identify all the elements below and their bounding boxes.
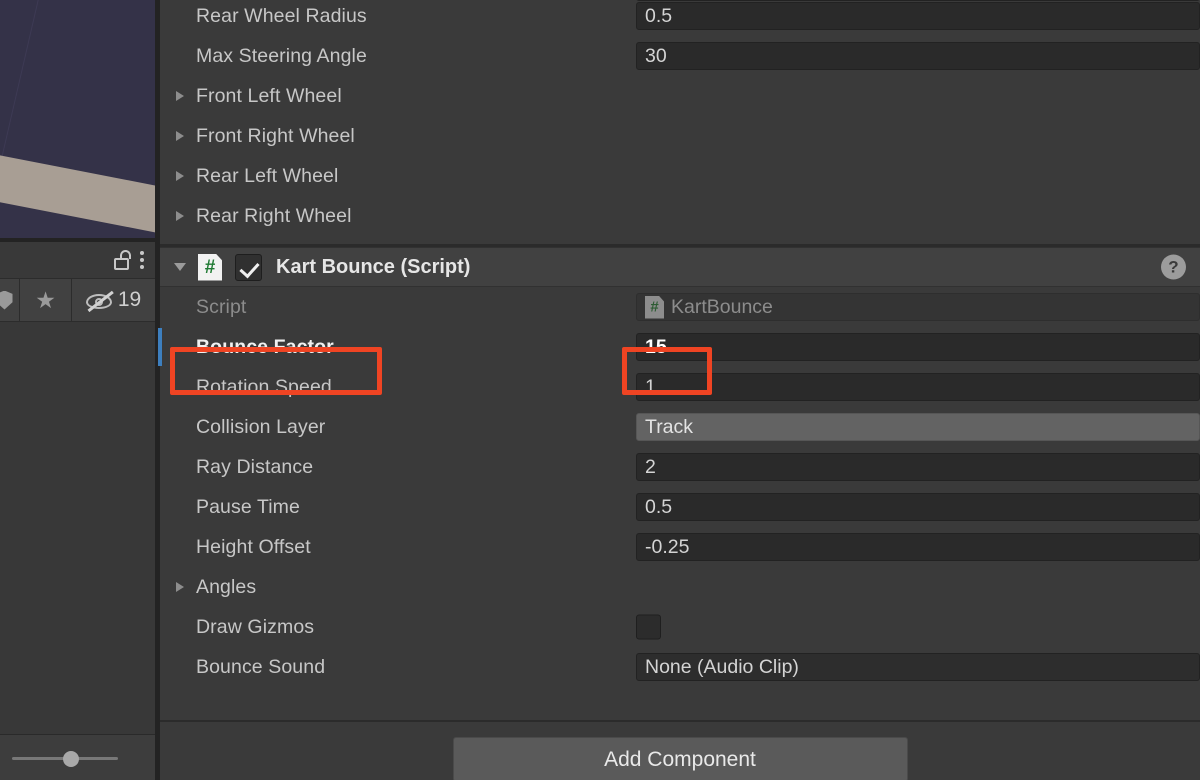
scene-view-fragment[interactable] [0, 0, 155, 238]
zoom-slider-bar [0, 734, 155, 780]
lock-open-icon[interactable] [113, 250, 131, 270]
property-value-field: KartBounce [636, 293, 1200, 321]
component-enabled-checkbox[interactable] [235, 253, 262, 281]
component-header-kart-bounce[interactable]: Kart Bounce (Script) ? [160, 247, 1200, 287]
zoom-slider-knob[interactable] [63, 751, 79, 767]
property-label: Height Offset [196, 535, 311, 558]
scene-track-geometry [0, 148, 155, 238]
lock-body [114, 258, 129, 270]
script-reference-name: KartBounce [671, 295, 773, 318]
property-row-bounce-sound[interactable]: Bounce Sound None (Audio Clip) [160, 647, 1200, 687]
shield-button[interactable] [0, 279, 20, 321]
property-label: Max Steering Angle [196, 44, 367, 67]
property-label: Bounce Factor [196, 335, 334, 358]
chevron-right-icon[interactable] [176, 131, 184, 141]
property-row-front-left-wheel[interactable]: Front Left Wheel [160, 76, 1200, 116]
property-row-rear-wheel-radius[interactable]: Rear Wheel Radius 0.5 [160, 0, 1200, 36]
property-value-field[interactable]: 1 [636, 373, 1200, 401]
shield-icon [0, 290, 13, 310]
chevron-down-icon[interactable] [174, 263, 186, 271]
unity-editor-window: ★ 19 Front Wheel Radius 0.5 Re [0, 0, 1200, 780]
kebab-dot [140, 251, 144, 255]
property-row-rear-right-wheel[interactable]: Rear Right Wheel [160, 196, 1200, 236]
hidden-count-label: 19 [117, 288, 142, 311]
property-row-angles[interactable]: Angles [160, 567, 1200, 607]
kebab-dot [140, 258, 144, 262]
property-value-field[interactable]: 0.5 [636, 493, 1200, 521]
property-label: Bounce Sound [196, 655, 326, 678]
help-icon[interactable]: ? [1161, 254, 1186, 280]
property-value-field[interactable]: 2 [636, 453, 1200, 481]
draw-gizmos-checkbox[interactable] [636, 614, 661, 640]
scene-visibility-toolbar: ★ 19 [0, 278, 155, 322]
property-value-field[interactable]: 0.5 [636, 2, 1200, 30]
chevron-right-icon[interactable] [176, 211, 184, 221]
layer-dropdown[interactable]: Track [636, 413, 1200, 441]
csharp-script-icon [198, 253, 222, 281]
property-label: Angles [196, 575, 257, 598]
property-row-draw-gizmos[interactable]: Draw Gizmos [160, 607, 1200, 647]
hierarchy-lock-bar [0, 242, 155, 278]
property-label: Rear Left Wheel [196, 164, 339, 187]
eye-slash-icon [85, 290, 114, 312]
prefab-override-marker [158, 328, 162, 366]
kebab-dot [140, 265, 144, 269]
property-label: Front Left Wheel [196, 84, 342, 107]
property-label: Rotation Speed [196, 375, 332, 398]
csharp-script-icon [645, 295, 664, 319]
property-value-field[interactable]: -0.25 [636, 533, 1200, 561]
kebab-menu-icon[interactable] [139, 250, 145, 270]
property-row-bounce-factor[interactable]: Bounce Factor 15 [158, 327, 1200, 367]
property-row-rear-left-wheel[interactable]: Rear Left Wheel [160, 156, 1200, 196]
property-label: Rear Right Wheel [196, 204, 352, 227]
property-label: Pause Time [196, 495, 300, 518]
chevron-right-icon[interactable] [176, 582, 184, 592]
property-row-collision-layer[interactable]: Collision Layer Track [160, 407, 1200, 447]
hidden-objects-button[interactable]: 19 [72, 279, 154, 321]
property-label: Ray Distance [196, 455, 314, 478]
property-label: Script [196, 295, 247, 318]
property-row-front-right-wheel[interactable]: Front Right Wheel [160, 116, 1200, 156]
property-label: Draw Gizmos [196, 615, 315, 638]
scene-guide-line [0, 0, 41, 166]
property-row-pause-time[interactable]: Pause Time 0.5 [160, 487, 1200, 527]
chevron-right-icon[interactable] [176, 171, 184, 181]
audio-clip-object-field[interactable]: None (Audio Clip) [636, 653, 1200, 681]
chevron-right-icon[interactable] [176, 91, 184, 101]
property-row-script: Script KartBounce [160, 287, 1200, 327]
property-row-height-offset[interactable]: Height Offset -0.25 [160, 527, 1200, 567]
property-value-field[interactable]: 15 [636, 333, 1200, 361]
inspector-panel: Front Wheel Radius 0.5 Rear Wheel Radius… [158, 0, 1200, 780]
property-value-field[interactable]: 30 [636, 42, 1200, 70]
property-label: Collision Layer [196, 415, 326, 438]
left-panel-column: ★ 19 [0, 0, 155, 780]
property-label: Front Right Wheel [196, 124, 355, 147]
component-title: Kart Bounce (Script) [276, 255, 471, 278]
add-component-button[interactable]: Add Component [452, 737, 908, 780]
favorite-button[interactable]: ★ [20, 279, 72, 321]
hierarchy-empty-area[interactable] [0, 322, 155, 734]
property-label: Rear Wheel Radius [196, 4, 367, 27]
property-row-rotation-speed[interactable]: Rotation Speed 1 [160, 367, 1200, 407]
star-icon: ★ [35, 286, 56, 313]
inspector-footer: Add Component [160, 720, 1200, 780]
property-row-ray-distance[interactable]: Ray Distance 2 [160, 447, 1200, 487]
property-row-max-steering-angle[interactable]: Max Steering Angle 30 [160, 36, 1200, 76]
